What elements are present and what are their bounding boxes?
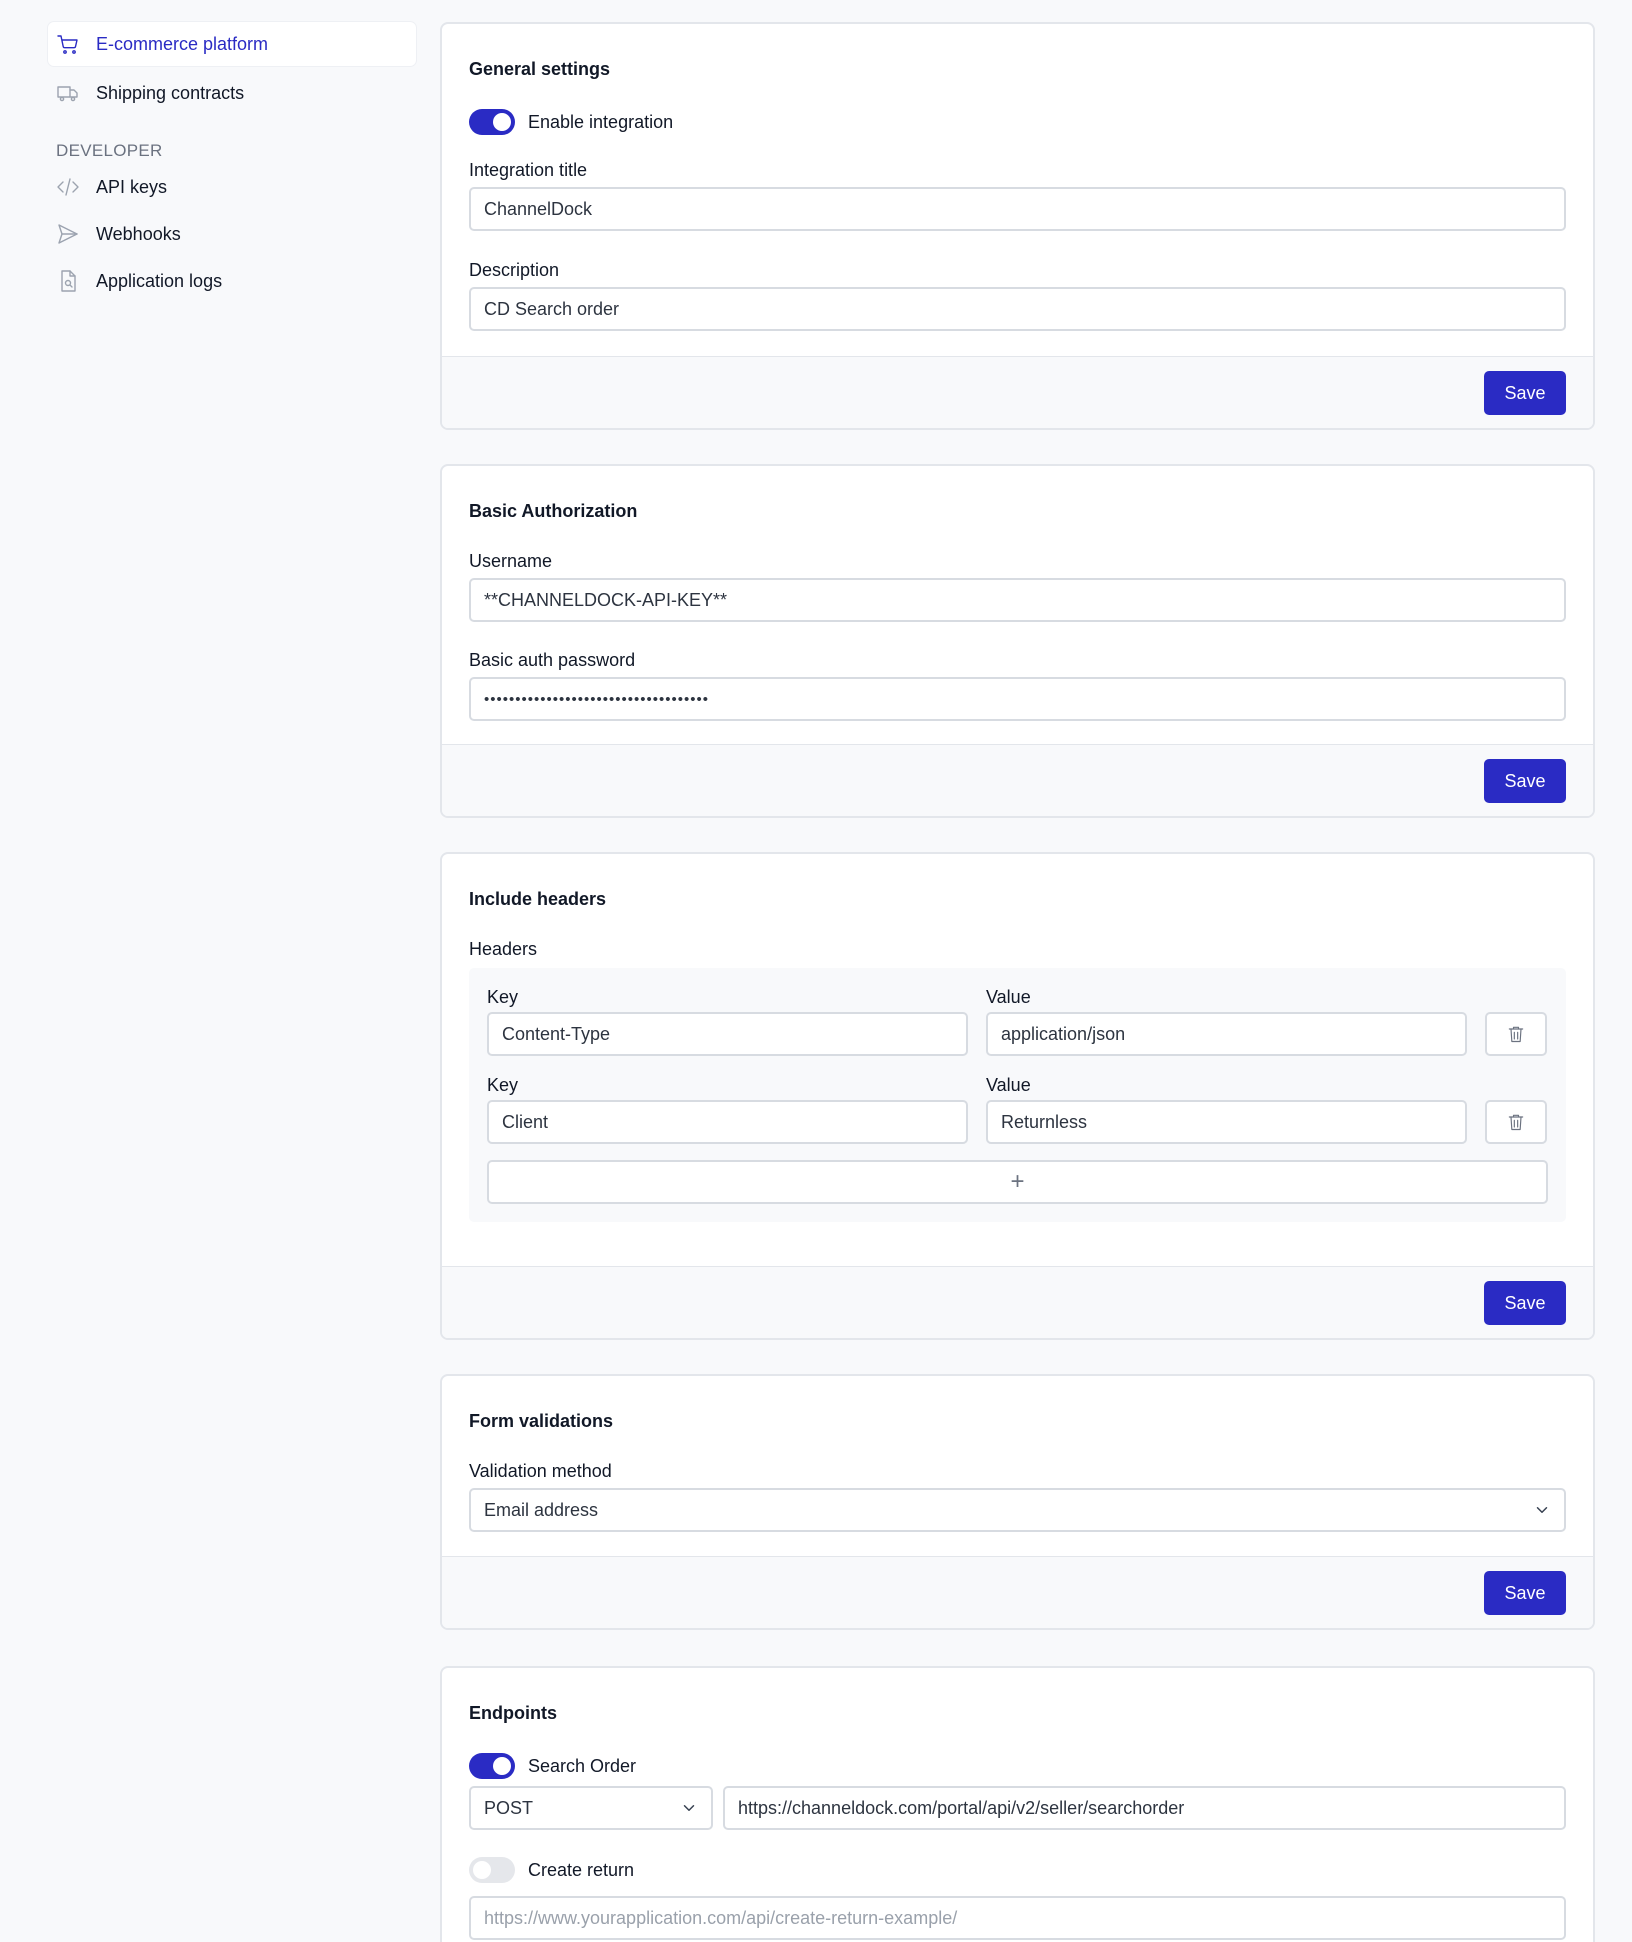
enable-integration-label: Enable integration — [528, 111, 674, 132]
enable-integration-toggle[interactable] — [469, 109, 515, 135]
trash-icon — [1508, 1114, 1524, 1131]
search-order-row: Search Order — [469, 1752, 1566, 1780]
sidebar-item-application-logs[interactable]: Application logs — [48, 261, 416, 301]
sidebar: E-commerce platform Shipping contracts D… — [48, 22, 416, 306]
validation-method-select[interactable]: Email address — [469, 1488, 1566, 1532]
header-row: Key Content-Type Value application/json — [487, 986, 1548, 1056]
validation-method-label: Validation method — [469, 1461, 612, 1481]
save-button[interactable]: Save — [1484, 759, 1566, 803]
username-input[interactable]: **CHANNELDOCK-API-KEY** — [469, 578, 1566, 622]
card-title: Endpoints — [469, 1703, 557, 1723]
truck-icon — [56, 81, 80, 105]
header-value-input[interactable]: application/json — [986, 1012, 1467, 1056]
headers-list: Key Content-Type Value application/json … — [469, 968, 1566, 1222]
sidebar-item-label: Webhooks — [96, 223, 181, 244]
card-title: Basic Authorization — [469, 501, 638, 521]
sidebar-item-shipping-contracts[interactable]: Shipping contracts — [48, 71, 416, 115]
validation-method-value: Email address — [484, 1499, 599, 1520]
header-key-input[interactable]: Content-Type — [487, 1012, 968, 1056]
search-order-toggle[interactable] — [469, 1753, 515, 1779]
card-footer: Save — [442, 744, 1593, 816]
search-order-label: Search Order — [528, 1755, 637, 1776]
create-return-url-input[interactable]: https://www.yourapplication.com/api/crea… — [469, 1896, 1566, 1940]
integration-title-input[interactable]: ChannelDock — [469, 187, 1566, 231]
save-button[interactable]: Save — [1484, 371, 1566, 415]
save-button[interactable]: Save — [1484, 1571, 1566, 1615]
save-button[interactable]: Save — [1484, 1281, 1566, 1325]
cart-icon — [56, 32, 80, 56]
general-settings-card: General settings Enable integration Inte… — [440, 22, 1595, 430]
card-title: General settings — [469, 59, 611, 79]
integration-title-label: Integration title — [469, 160, 588, 180]
send-icon — [56, 222, 80, 246]
username-label: Username — [469, 551, 553, 571]
key-label: Key — [487, 987, 519, 1007]
sidebar-item-label: Shipping contracts — [96, 82, 245, 103]
sidebar-item-label: API keys — [96, 176, 168, 197]
header-value-input[interactable]: Returnless — [986, 1100, 1467, 1144]
trash-icon — [1508, 1026, 1524, 1043]
headers-label: Headers — [469, 939, 538, 959]
chevron-down-icon — [680, 1799, 698, 1817]
header-row: Key Client Value Returnless — [487, 1074, 1548, 1144]
card-footer: Save — [442, 1556, 1593, 1628]
enable-integration-row: Enable integration — [469, 108, 1566, 136]
password-label: Basic auth password — [469, 650, 636, 670]
search-order-endpoint: POST https://channeldock.com/portal/api/… — [469, 1786, 1566, 1830]
card-footer: Save — [442, 1266, 1593, 1338]
http-method-value: POST — [484, 1797, 534, 1818]
http-method-select[interactable]: POST — [469, 1786, 713, 1830]
code-icon — [56, 175, 80, 199]
description-label: Description — [469, 260, 560, 280]
create-return-row: Create return — [469, 1856, 1566, 1884]
form-validations-card: Form validations Validation method Email… — [440, 1374, 1595, 1630]
header-key-input[interactable]: Client — [487, 1100, 968, 1144]
card-title: Form validations — [469, 1411, 614, 1431]
document-search-icon — [56, 269, 80, 293]
plus-icon: + — [1010, 1168, 1025, 1195]
search-order-url-input[interactable]: https://channeldock.com/portal/api/v2/se… — [723, 1786, 1566, 1830]
sidebar-item-ecommerce-platform[interactable]: E-commerce platform — [48, 22, 416, 66]
sidebar-item-webhooks[interactable]: Webhooks — [48, 214, 416, 254]
chevron-down-icon — [1533, 1501, 1551, 1519]
value-label: Value — [986, 987, 1031, 1007]
card-title: Include headers — [469, 889, 607, 909]
delete-header-button[interactable] — [1485, 1100, 1547, 1144]
sidebar-item-label: Application logs — [96, 270, 223, 291]
include-headers-card: Include headers Headers Key Content-Type… — [440, 852, 1595, 1340]
sidebar-item-label: E-commerce platform — [96, 33, 269, 54]
card-footer: Save — [442, 356, 1593, 428]
description-input[interactable]: CD Search order — [469, 287, 1566, 331]
sidebar-section-heading: DEVELOPER — [56, 141, 163, 160]
endpoints-card: Endpoints Search Order POST https://chan… — [440, 1666, 1595, 1942]
key-label: Key — [487, 1075, 519, 1095]
sidebar-item-api-keys[interactable]: API keys — [48, 167, 416, 207]
basic-authorization-card: Basic Authorization Username **CHANNELDO… — [440, 464, 1595, 818]
password-input[interactable]: •••••••••••••••••••••••••••••••••••• — [469, 677, 1566, 721]
create-return-toggle[interactable] — [469, 1857, 515, 1883]
add-header-button[interactable]: + — [487, 1160, 1548, 1204]
value-label: Value — [986, 1075, 1031, 1095]
delete-header-button[interactable] — [1485, 1012, 1547, 1056]
create-return-label: Create return — [528, 1859, 635, 1880]
